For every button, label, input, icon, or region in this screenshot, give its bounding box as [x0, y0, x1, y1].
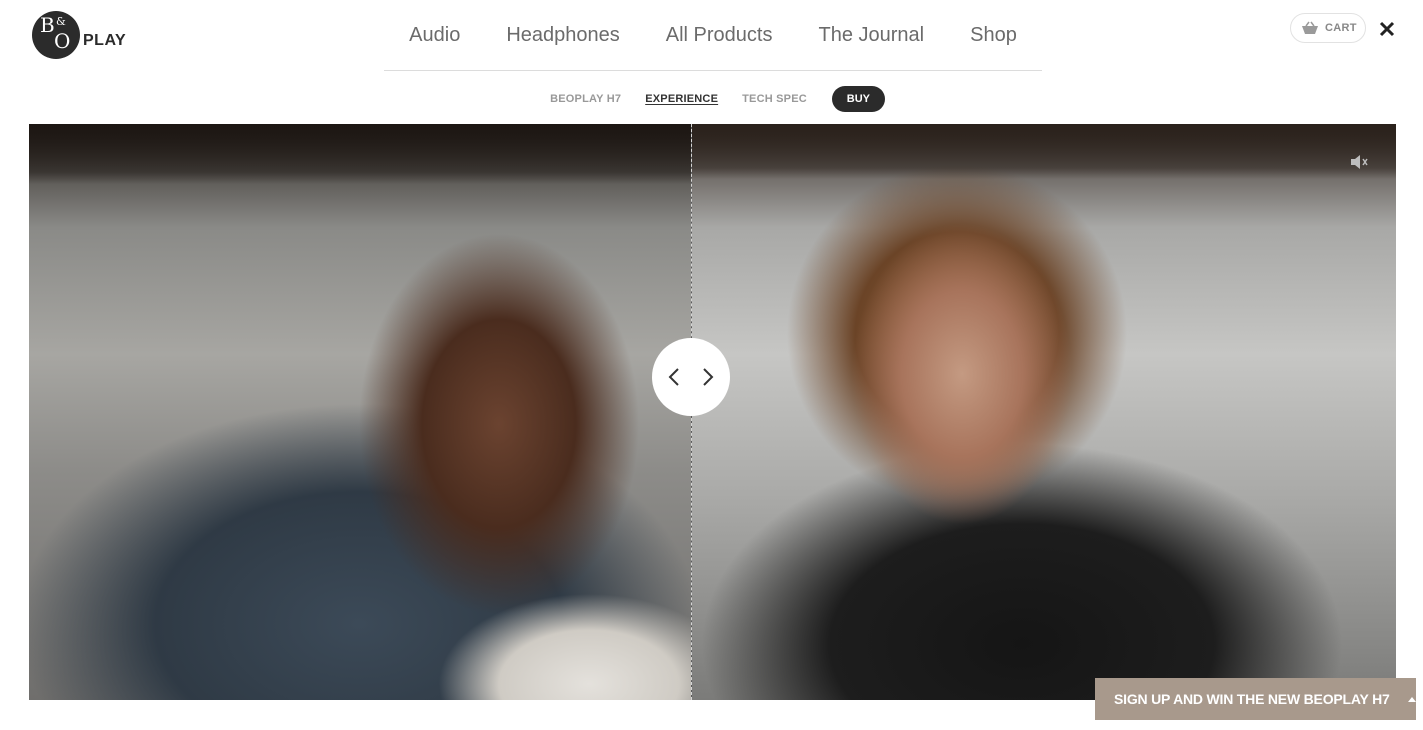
video-panel-left	[29, 124, 691, 700]
close-button[interactable]	[1376, 18, 1398, 40]
tab-tech-spec[interactable]: TECH SPEC	[742, 93, 807, 105]
tab-experience[interactable]: EXPERIENCE	[645, 93, 718, 105]
cart-label: CART	[1325, 22, 1357, 34]
product-sub-nav: BEOPLAY H7 EXPERIENCE TECH SPEC BUY	[0, 86, 1423, 112]
close-icon	[1379, 21, 1395, 37]
tab-beoplay-h7[interactable]: BEOPLAY H7	[550, 93, 621, 105]
nav-item-all-products[interactable]: All Products	[643, 0, 796, 70]
nav-item-headphones[interactable]: Headphones	[483, 0, 642, 70]
basket-icon	[1302, 21, 1318, 34]
speaker-mute-icon	[1351, 155, 1368, 169]
nav-item-the-journal[interactable]: The Journal	[795, 0, 947, 70]
logo-wordmark: PLAY	[83, 32, 127, 49]
chevron-right-icon	[703, 368, 714, 386]
signup-label: SIGN UP AND WIN THE NEW BEOPLAY H7	[1114, 691, 1390, 707]
nav-item-audio[interactable]: Audio	[386, 0, 483, 70]
brand-logo[interactable]: B & O PLAY	[32, 10, 132, 60]
video-panel-right	[692, 124, 1396, 700]
bo-logo-mark: B & O	[32, 11, 80, 59]
signup-banner[interactable]: SIGN UP AND WIN THE NEW BEOPLAY H7	[1095, 678, 1416, 720]
main-nav: Audio Headphones All Products The Journa…	[384, 0, 1042, 71]
cart-button[interactable]: CART	[1290, 13, 1366, 43]
video-compare-stage[interactable]	[29, 124, 1396, 700]
nav-item-shop[interactable]: Shop	[947, 0, 1040, 70]
chevron-left-icon	[668, 368, 679, 386]
buy-button[interactable]: BUY	[831, 86, 885, 112]
compare-slider-handle[interactable]	[652, 338, 730, 416]
mute-button[interactable]	[1349, 152, 1369, 172]
caret-up-icon	[1407, 696, 1416, 702]
